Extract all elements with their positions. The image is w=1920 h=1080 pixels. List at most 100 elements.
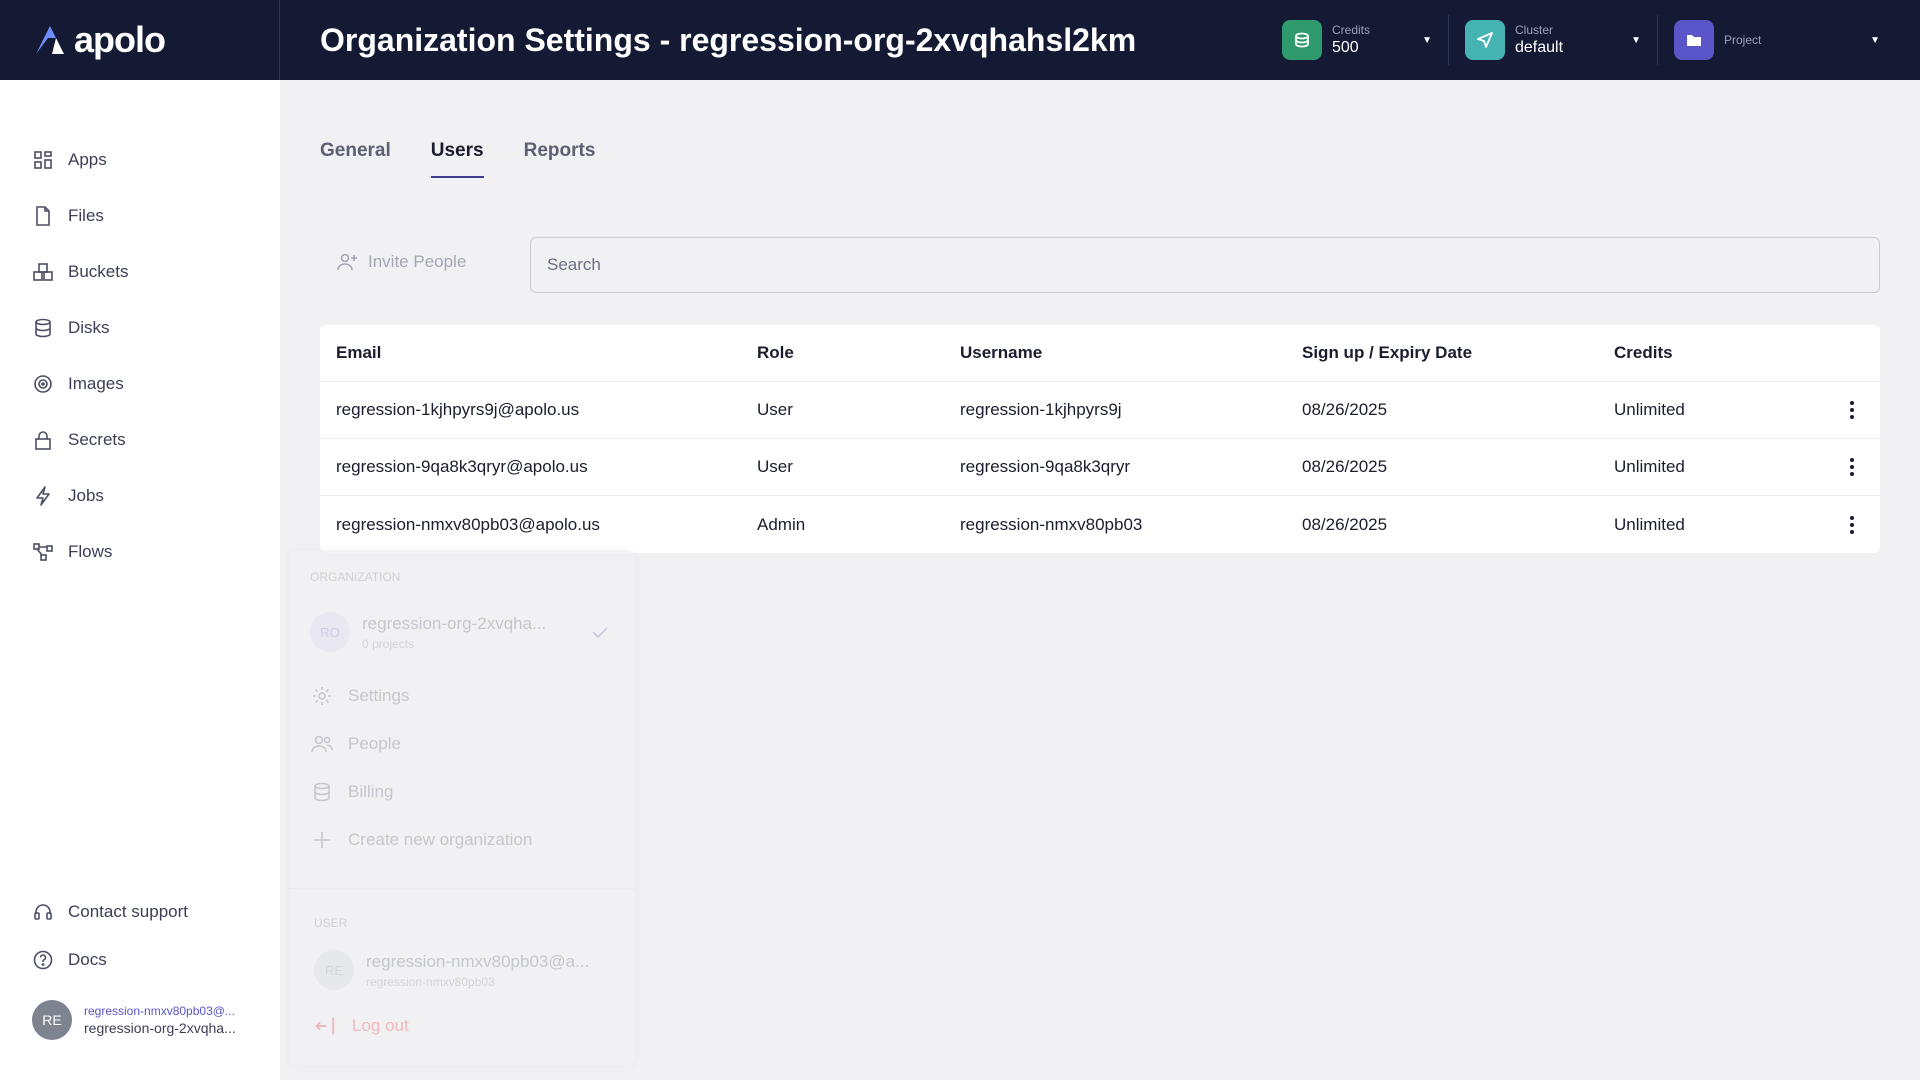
sidebar-item-disks[interactable]: Disks: [0, 300, 280, 356]
plus-icon: [314, 832, 330, 848]
current-user-card[interactable]: RE regression-nmxv80pb03@... regression-…: [32, 1000, 236, 1040]
invite-people-button[interactable]: Invite People: [320, 238, 500, 286]
cell-date: 08/26/2025: [1302, 457, 1388, 476]
user-username: regression-nmxv80pb03: [366, 974, 495, 989]
cell-credits: Unlimited: [1614, 457, 1685, 476]
org-section-label: ORGANIZATION: [310, 570, 401, 584]
sidebar-item-label: Contact support: [68, 902, 189, 921]
cluster-label: Cluster: [1515, 23, 1554, 37]
sidebar-item-label: Jobs: [68, 486, 104, 505]
column-header-date[interactable]: Sign up / Expiry Date: [1302, 343, 1472, 363]
check-icon: [592, 627, 608, 639]
sidebar-item-images[interactable]: Images: [0, 356, 280, 412]
apolo-logo-icon: [36, 26, 64, 54]
sidebar-item-label: Flows: [68, 542, 113, 561]
avatar: RE: [32, 1000, 72, 1040]
sidebar-item-docs[interactable]: Docs: [0, 936, 280, 984]
tab-general[interactable]: General: [320, 140, 391, 178]
table-row: regression-9qa8k3qryr@apolo.us User regr…: [320, 439, 1880, 496]
table-row: regression-1kjhpyrs9j@apolo.us User regr…: [320, 382, 1880, 439]
user-name: regression-nmxv80pb03@a...: [366, 951, 590, 971]
people-icon: [311, 735, 333, 753]
column-header-role[interactable]: Role: [757, 343, 794, 363]
tab-users[interactable]: Users: [430, 140, 484, 178]
cell-role: Admin: [757, 514, 806, 534]
cell-email: regression-9qa8k3qryr@apolo.us: [336, 457, 588, 476]
table-row: regression-nmxv80pb03@apolo.us Admin reg…: [320, 496, 1880, 553]
page-title: Organization Settings - regression-org-2…: [320, 21, 1137, 58]
brand-logo[interactable]: apolo: [0, 0, 280, 80]
cell-credits: Unlimited: [1614, 514, 1685, 534]
cell-date: 08/26/2025: [1302, 400, 1388, 419]
cluster-value: default: [1515, 39, 1564, 56]
org-name: regression-org-2xvqha...: [362, 613, 547, 633]
menu-item-billing[interactable]: Billing: [310, 780, 393, 804]
tab-reports[interactable]: Reports: [524, 140, 596, 178]
divider: [290, 888, 635, 889]
org-switch-item[interactable]: RO regression-org-2xvqha... 0 projects: [310, 612, 610, 652]
column-header-credits[interactable]: Credits: [1614, 343, 1673, 363]
menu-item-label: Create new organization: [348, 830, 533, 849]
logout-icon: [315, 1017, 335, 1035]
cell-role: User: [757, 457, 793, 476]
user-profile-item[interactable]: RE regression-nmxv80pb03@a... regression…: [314, 950, 614, 990]
organization-menu: ORGANIZATION RO regression-org-2xvqha...…: [290, 550, 635, 1066]
cell-role: User: [757, 400, 793, 419]
credits-value: 500: [1332, 39, 1359, 56]
menu-item-settings[interactable]: Settings: [310, 684, 409, 708]
database-icon: [35, 318, 51, 338]
cell-username: regression-nmxv80pb03: [960, 514, 1143, 534]
cluster-selector[interactable]: Cluster default ▼: [1449, 0, 1657, 80]
sidebar-footer-nav: Contact support Docs: [0, 888, 280, 984]
sidebar-item-contact-support[interactable]: Contact support: [0, 888, 280, 936]
settings-tabs: General Users Reports: [320, 140, 595, 178]
invite-people-label: Invite People: [368, 252, 467, 271]
chevron-down-icon: ▼: [1422, 34, 1432, 46]
more-options-icon[interactable]: [1842, 396, 1862, 424]
more-options-icon[interactable]: [1842, 511, 1862, 539]
logout-button[interactable]: Log out: [314, 1014, 409, 1038]
top-bar: apolo Organization Settings - regression…: [0, 0, 1920, 80]
users-table: Email Role Username Sign up / Expiry Dat…: [320, 325, 1880, 553]
sidebar-item-label: Secrets: [68, 430, 126, 449]
user-section-label: USER: [314, 916, 348, 930]
sidebar-item-secrets[interactable]: Secrets: [0, 412, 280, 468]
add-user-icon: [337, 253, 357, 271]
org-projects-count: 0 projects: [362, 636, 415, 651]
project-selector[interactable]: Project ▼: [1658, 0, 1896, 80]
menu-item-label: Settings: [348, 686, 410, 705]
sidebar-item-jobs[interactable]: Jobs: [0, 468, 280, 524]
column-header-username[interactable]: Username: [960, 343, 1042, 363]
logout-label: Log out: [352, 1016, 409, 1035]
gear-icon: [313, 687, 331, 705]
sidebar-item-label: Buckets: [68, 262, 129, 281]
menu-item-label: Billing: [348, 782, 394, 801]
search-input[interactable]: [530, 237, 1880, 293]
project-label: Project: [1724, 33, 1762, 47]
table-header: Email Role Username Sign up / Expiry Dat…: [320, 325, 1880, 382]
sidebar-item-flows[interactable]: Flows: [0, 524, 280, 580]
more-options-icon[interactable]: [1842, 453, 1862, 481]
cell-date: 08/26/2025: [1302, 514, 1388, 534]
sidebar-item-apps[interactable]: Apps: [0, 132, 280, 188]
apps-icon: [34, 151, 52, 169]
column-header-email[interactable]: Email: [336, 343, 381, 363]
sidebar-item-files[interactable]: Files: [0, 188, 280, 244]
coins-icon: [1282, 20, 1322, 60]
headset-icon: [34, 904, 52, 920]
lock-icon: [35, 431, 51, 450]
cell-email: regression-nmxv80pb03@apolo.us: [336, 514, 600, 534]
credits-selector[interactable]: Credits 500 ▼: [1266, 0, 1448, 80]
flow-icon: [33, 543, 53, 561]
menu-item-label: People: [348, 734, 401, 753]
sidebar-item-label: Apps: [68, 150, 107, 169]
cell-email: regression-1kjhpyrs9j@apolo.us: [336, 400, 580, 419]
buckets-icon: [33, 263, 53, 281]
create-organization-button[interactable]: Create new organization: [310, 828, 532, 852]
avatar: RO: [310, 612, 350, 652]
sidebar-item-buckets[interactable]: Buckets: [0, 244, 280, 300]
cell-username: regression-9qa8k3qryr: [960, 457, 1131, 476]
cell-credits: Unlimited: [1614, 400, 1685, 419]
menu-item-people[interactable]: People: [310, 732, 401, 756]
coins-icon: [314, 782, 330, 802]
